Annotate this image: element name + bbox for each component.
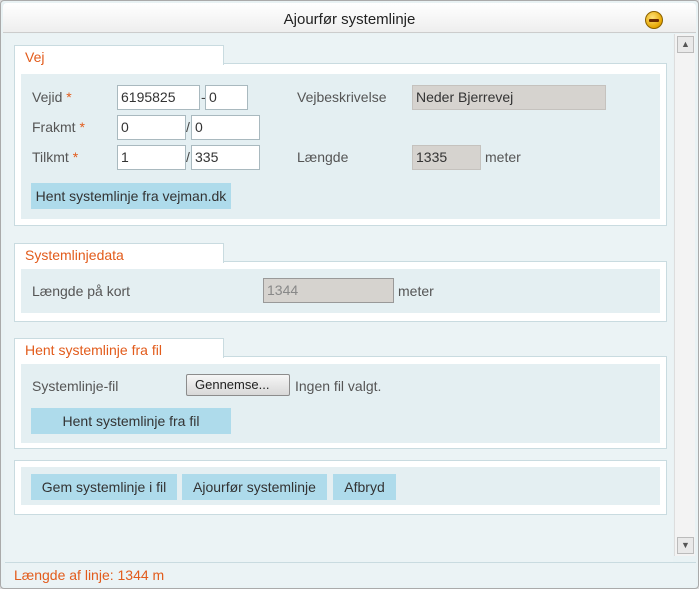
required-marker: * bbox=[72, 149, 79, 165]
vejid-sub-input[interactable]: 0 bbox=[205, 85, 248, 110]
save-to-file-button[interactable]: Gem systemlinje i fil bbox=[31, 474, 177, 500]
fil-section: Hent systemlinje fra fil Systemlinje-fil… bbox=[14, 338, 667, 449]
tilkmt-label: Tilkmt * bbox=[32, 149, 79, 165]
vejid-label: Vejid * bbox=[32, 89, 72, 105]
tilkmt-input[interactable]: 1 bbox=[117, 145, 186, 170]
vej-legend: Vej bbox=[14, 45, 224, 65]
laengde-label: Længde bbox=[297, 149, 349, 165]
laengde-kort-field: 1344 bbox=[263, 278, 394, 303]
scroll-up-icon[interactable]: ▲ bbox=[677, 36, 694, 53]
frakmt-label: Frakmt * bbox=[32, 119, 85, 135]
laengde-unit: meter bbox=[485, 149, 521, 165]
vej-section: Vej Vejid * 6195825 - 0 Vejbeskrivelse N… bbox=[14, 45, 667, 226]
systemlinjedata-panel: Længde på kort 1344 meter bbox=[21, 269, 660, 313]
dialog-titlebar[interactable]: Ajourfør systemlinje bbox=[3, 3, 696, 33]
systemlinje-fil-label: Systemlinje-fil bbox=[32, 378, 119, 394]
frakmt-sub-input[interactable]: 0 bbox=[191, 115, 260, 140]
required-marker: * bbox=[79, 119, 85, 135]
scroll-down-icon[interactable]: ▼ bbox=[677, 537, 694, 554]
vertical-scrollbar[interactable]: ▲ ▼ bbox=[674, 34, 695, 556]
tilkmt-separator: / bbox=[186, 149, 190, 165]
vejbeskrivelse-field: Neder Bjerrevej bbox=[412, 85, 606, 110]
cancel-button[interactable]: Afbryd bbox=[333, 474, 396, 500]
laengde-field: 1335 bbox=[412, 145, 481, 170]
vejid-input[interactable]: 6195825 bbox=[117, 85, 200, 110]
status-text: Længde af linje: 1344 m bbox=[14, 567, 165, 583]
dialog-content: Vej Vejid * 6195825 - 0 Vejbeskrivelse N… bbox=[5, 34, 673, 562]
fetch-file-button[interactable]: Hent systemlinje fra fil bbox=[31, 408, 231, 434]
frakmt-input[interactable]: 0 bbox=[117, 115, 186, 140]
actions-section: Gem systemlinje i fil Ajourfør systemlin… bbox=[14, 460, 667, 515]
status-bar: Længde af linje: 1344 m bbox=[5, 562, 696, 586]
minimize-icon[interactable] bbox=[645, 11, 663, 29]
tilkmt-sub-input[interactable]: 335 bbox=[191, 145, 260, 170]
actions-panel: Gem systemlinje i fil Ajourfør systemlin… bbox=[21, 467, 660, 505]
vej-panel: Vejid * 6195825 - 0 Vejbeskrivelse Neder… bbox=[21, 74, 660, 219]
dialog-title: Ajourfør systemlinje bbox=[283, 11, 416, 28]
fil-panel: Systemlinje-fil Gennemse... Ingen fil va… bbox=[21, 364, 660, 443]
fetch-vejman-button[interactable]: Hent systemlinje fra vejman.dk bbox=[31, 183, 231, 209]
laengde-kort-unit: meter bbox=[398, 283, 434, 299]
dialog-window: Ajourfør systemlinje Vej Vejid * 6195825… bbox=[0, 0, 699, 589]
systemlinjedata-section: Systemlinjedata Længde på kort 1344 mete… bbox=[14, 243, 667, 322]
frakmt-separator: / bbox=[186, 119, 190, 135]
required-marker: * bbox=[66, 89, 72, 105]
vejbeskrivelse-label: Vejbeskrivelse bbox=[297, 89, 387, 105]
update-systemlinje-button[interactable]: Ajourfør systemlinje bbox=[182, 474, 327, 500]
systemlinjedata-legend: Systemlinjedata bbox=[14, 243, 224, 263]
laengde-kort-label: Længde på kort bbox=[32, 283, 131, 299]
browse-button[interactable]: Gennemse... bbox=[186, 374, 290, 396]
fil-legend: Hent systemlinje fra fil bbox=[14, 338, 224, 358]
no-file-text: Ingen fil valgt. bbox=[295, 378, 382, 394]
